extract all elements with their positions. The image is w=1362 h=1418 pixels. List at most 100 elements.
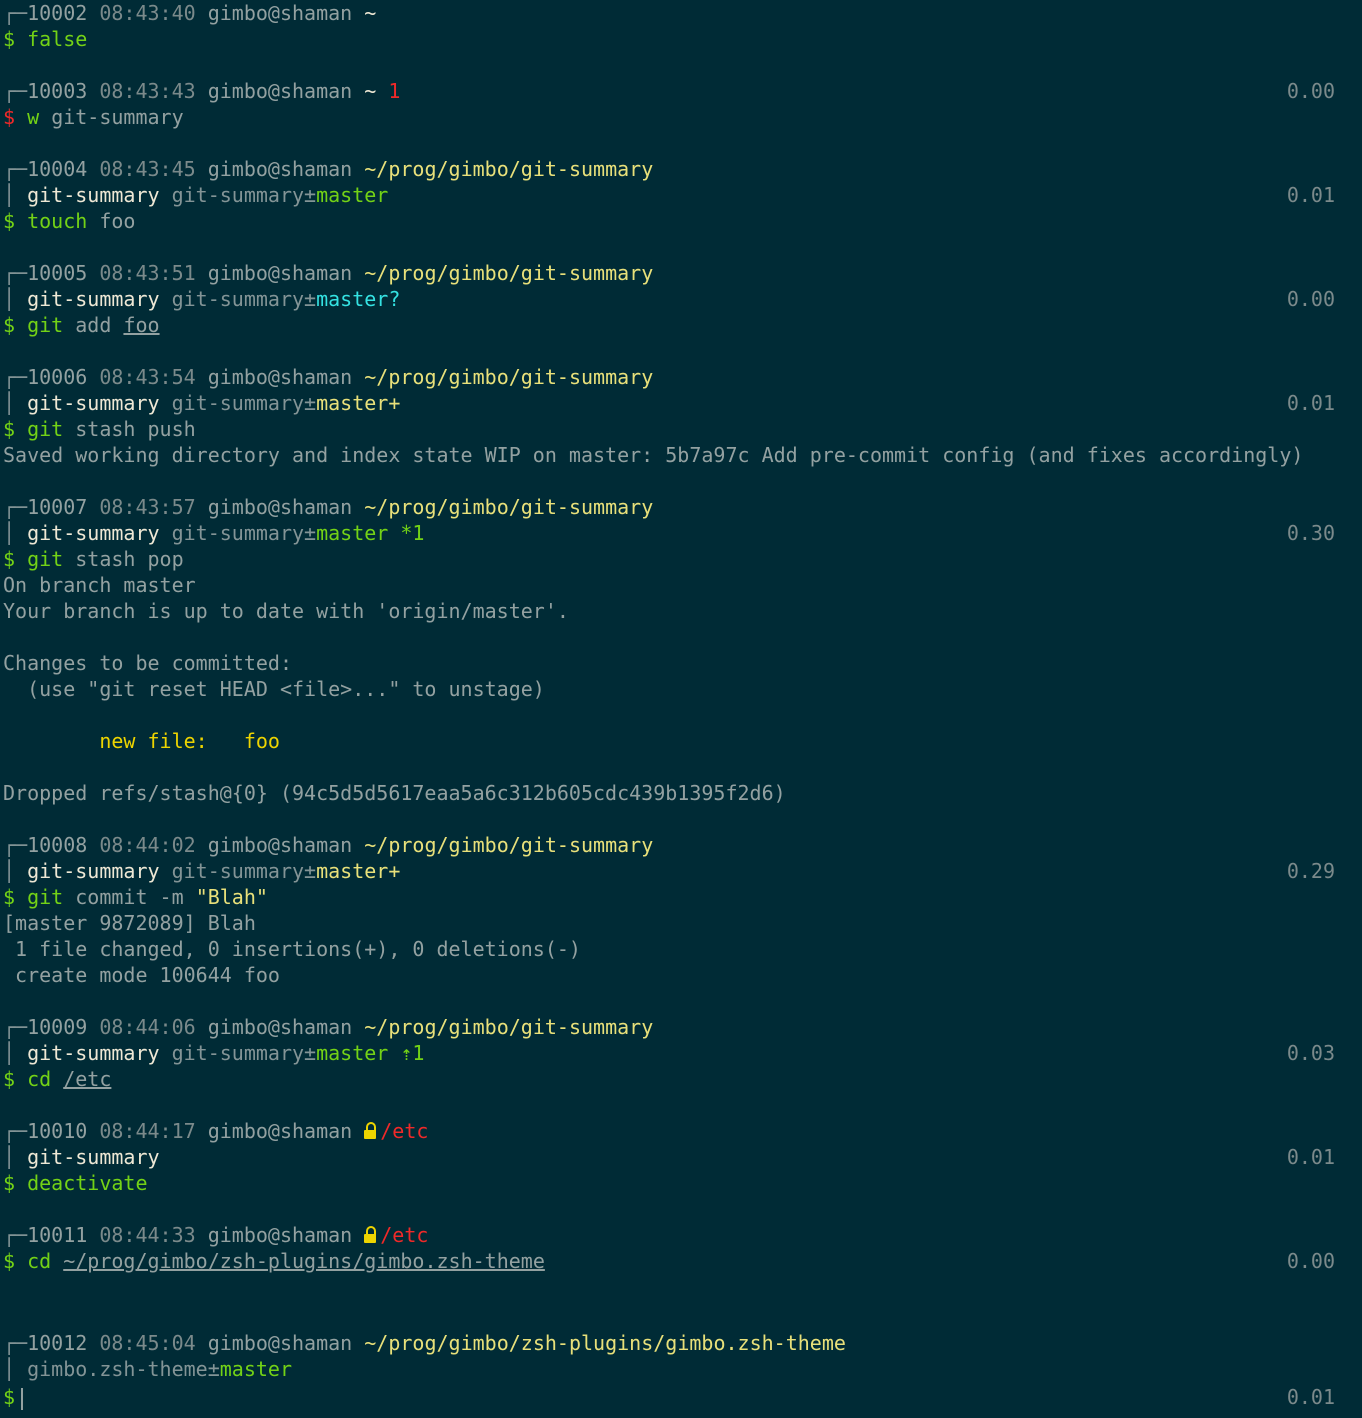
terminal-text-segment: ~/prog/gimbo/git-summary (364, 1015, 654, 1039)
terminal-text-segment: 08:43:51 (99, 261, 208, 285)
terminal-text-segment: ┌─ (3, 1223, 28, 1247)
terminal-line: ┌─10003 08:43:43 gimbo@shaman ~ 1 0.00 (3, 78, 1359, 104)
terminal-text-segment: 08:43:45 (99, 157, 208, 181)
terminal-text-segment: stash push (75, 417, 196, 441)
terminal-text-segment: /etc (380, 1223, 429, 1247)
terminal-text-segment: foo (99, 209, 136, 233)
terminal-text-segment: "Blah" (195, 885, 268, 909)
terminal-text-segment: Saved working directory and index state … (3, 443, 1304, 467)
terminal-text-segment: 08:43:40 (99, 1, 208, 25)
terminal-line: ┌─10004 08:43:45 gimbo@shaman ~/prog/gim… (3, 156, 1359, 182)
terminal-text-segment: │ (3, 859, 28, 883)
terminal-line: $ touch foo (3, 208, 1359, 234)
terminal-text-segment: $ (3, 105, 28, 129)
terminal-text-segment: │ (3, 287, 28, 311)
command-duration: 0.01 (1286, 391, 1335, 415)
terminal-line: $0.01 (3, 1382, 1359, 1412)
terminal-text-segment: git-summary (51, 105, 184, 129)
terminal-text-segment: 10011 (27, 1223, 100, 1247)
terminal-text-segment: gimbo@shaman (207, 1223, 365, 1247)
terminal-text-segment: Dropped refs/stash@{0} (94c5d5d5617eaa5a… (3, 781, 786, 805)
terminal-line: ┌─10006 08:43:54 gimbo@shaman ~/prog/gim… (3, 364, 1359, 390)
terminal-text-segment: [master 9872089] Blah (3, 911, 256, 935)
terminal-text-segment: 08:45:04 (99, 1331, 208, 1355)
terminal-text-segment: │ (3, 1145, 28, 1169)
terminal-text-segment: 10007 (27, 495, 100, 519)
terminal-text-segment: $ (3, 885, 28, 909)
terminal-line: ┌─10010 08:44:17 gimbo@shaman /etc (3, 1118, 1359, 1144)
terminal-line: Saved working directory and index state … (3, 442, 1359, 468)
terminal-text-segment: $ (3, 209, 28, 233)
terminal-text-segment: ~/prog/gimbo/git-summary (364, 495, 654, 519)
terminal-text-segment: ┌─ (3, 79, 28, 103)
terminal-text-segment: master *1 (316, 521, 425, 545)
terminal-text-segment: new file: foo (3, 729, 280, 753)
terminal-text-segment: git (27, 313, 76, 337)
terminal-text-segment: ┌─ (3, 365, 28, 389)
terminal-text-segment: git (27, 417, 76, 441)
terminal-text-segment: 10010 (27, 1119, 100, 1143)
terminal-text-segment: $ (3, 547, 28, 571)
terminal-text-segment: gimbo@shaman (207, 1119, 365, 1143)
terminal-text-segment: git-summary (27, 1041, 172, 1065)
terminal-text-segment: gimbo.zsh-theme± (27, 1357, 220, 1381)
terminal-text-segment: 10008 (27, 833, 100, 857)
terminal-text-segment: git (27, 547, 76, 571)
terminal-text-segment: ~/prog/gimbo/zsh-plugins/gimbo.zsh-theme (364, 1331, 846, 1355)
terminal-text-segment: master (219, 1357, 292, 1381)
terminal-text-segment: $ (3, 417, 28, 441)
terminal-text-segment: 10006 (27, 365, 100, 389)
terminal-line: $ deactivate (3, 1170, 1359, 1196)
terminal-line: $ git commit -m "Blah" (3, 884, 1359, 910)
terminal-text-segment: master? (316, 287, 401, 311)
command-duration: 0.01 (1286, 1145, 1335, 1169)
terminal-text-segment: false (27, 27, 88, 51)
terminal-text-segment: git-summary± (171, 183, 317, 207)
terminal-line: $ git stash push (3, 416, 1359, 442)
terminal-text-segment: │ (3, 521, 28, 545)
terminal-line: ┌─10005 08:43:51 gimbo@shaman ~/prog/gim… (3, 260, 1359, 286)
text-cursor[interactable] (21, 1387, 24, 1410)
terminal-text-segment: ~/prog/gimbo/git-summary (364, 365, 654, 389)
terminal-text-segment: gimbo@shaman (207, 1331, 365, 1355)
terminal-text-segment: 08:44:33 (99, 1223, 208, 1247)
terminal-text-segment: gimbo@shaman (207, 833, 365, 857)
terminal-window[interactable]: ┌─10002 08:43:40 gimbo@shaman ~ $ false ┌… (3, 0, 1359, 1412)
terminal-text-segment: 08:43:57 (99, 495, 208, 519)
terminal-text-segment: git-summary± (171, 391, 317, 415)
terminal-text-segment: git-summary (27, 183, 172, 207)
terminal-text-segment: 1 file changed, 0 insertions(+), 0 delet… (3, 937, 581, 961)
terminal-text-segment: $ (3, 27, 28, 51)
terminal-line: ┌─10009 08:44:06 gimbo@shaman ~/prog/gim… (3, 1014, 1359, 1040)
terminal-text-segment: 10004 (27, 157, 100, 181)
terminal-text-segment: git (27, 885, 76, 909)
terminal-line: ┌─10008 08:44:02 gimbo@shaman ~/prog/gim… (3, 832, 1359, 858)
terminal-text-segment: ~/prog/gimbo/git-summary (364, 261, 654, 285)
terminal-line: new file: foo (3, 728, 1359, 754)
terminal-text-segment: ┌─ (3, 1331, 28, 1355)
command-duration: 0.01 (1286, 1385, 1335, 1409)
terminal-text-segment: git-summary± (171, 859, 317, 883)
terminal-text-segment: ~/prog/gimbo/git-summary (364, 157, 654, 181)
terminal-line: Your branch is up to date with 'origin/m… (3, 598, 1359, 624)
terminal-text-segment: Changes to be committed: (3, 651, 292, 675)
terminal-text-segment: ┌─ (3, 261, 28, 285)
terminal-text-segment: ~ (364, 1, 377, 25)
terminal-text-segment: git-summary (27, 391, 172, 415)
terminal-text-segment: deactivate (27, 1171, 148, 1195)
terminal-text-segment: 10012 (27, 1331, 100, 1355)
terminal-line: │ git-summary git-summary±master *1 0.30 (3, 520, 1359, 546)
terminal-text-segment: 08:43:43 (99, 79, 208, 103)
terminal-text-segment: ~/prog/gimbo/git-summary (364, 833, 654, 857)
terminal-text-segment: git-summary (27, 521, 172, 545)
terminal-text-segment: $ (3, 1067, 28, 1091)
terminal-text-segment: $ (3, 1385, 16, 1409)
